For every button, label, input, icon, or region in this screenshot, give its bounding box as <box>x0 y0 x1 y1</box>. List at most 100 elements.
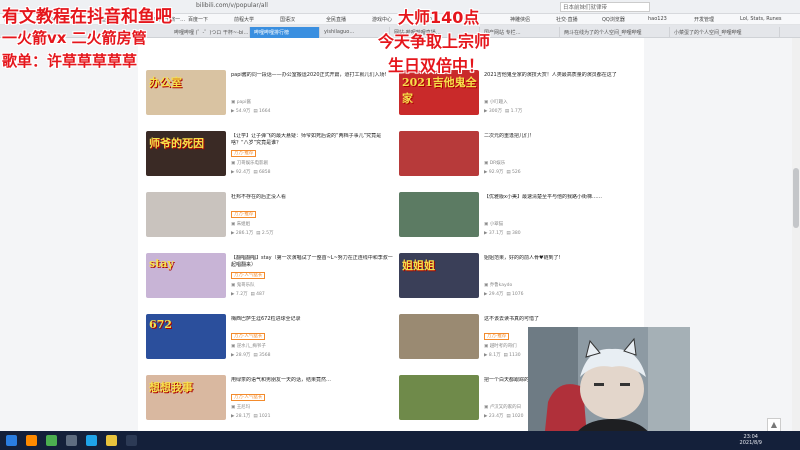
bookmark-item[interactable]: 开发管理 <box>694 16 714 23</box>
video-title[interactable]: 【优雅版x小美】最速清楚至平与他的我路小街梯…… <box>484 194 646 201</box>
browser-icon[interactable] <box>46 435 57 446</box>
browser-tab[interactable]: 哔哩哔哩 (゜-゜)つロ 干杯~-bi… <box>170 27 250 38</box>
scrollbar-thumb[interactable] <box>793 168 799 228</box>
video-card[interactable]: 二次元的重逢把儿们！ ▣ DR娱乐 ▶ 92.9万 ▤ 526 <box>399 131 649 189</box>
video-thumbnail[interactable]: 办公室 <box>146 70 226 115</box>
video-card[interactable]: 想想我事 用绿茶的语气和男朋友一天的话，结果竟然… 万万·人气猛长 ▣ 王尼玛 ▶ 28… <box>146 375 396 433</box>
browser-tab[interactable]: 哔哩哔哩排行榜 <box>250 27 320 38</box>
video-tag: 万万·人气猛长 <box>231 394 266 401</box>
video-stats: ▶ 7.2万 ▤ 487 <box>231 291 265 297</box>
video-title[interactable]: 【翻唱翻唱】stay（第一次演唱试了一整首~L~努力在正连线中和李叔一起唱翻来） <box>231 255 393 269</box>
browser-tab[interactable]: 两斗在线为了的个人空间_哔哩哔哩 <box>560 27 670 38</box>
search-input[interactable]: 日本前妹们就律带 <box>560 2 650 12</box>
search-icon[interactable] <box>26 435 37 446</box>
bookmark-item[interactable]: 百度一下 <box>188 16 208 23</box>
video-card[interactable]: 办公室 papi酱的同一段话——办公室搬运2020正式开篇，道打工就几们入场! ▣ … <box>146 70 396 128</box>
video-card[interactable]: 师爷的死因 【让学】让子弹飞的最大悬疑：师爷如死后说的“两档子事儿”究竟是啥？“八… <box>146 131 396 189</box>
bookmark-item[interactable]: 前程大学 <box>234 16 254 23</box>
video-thumbnail[interactable]: 想想我事 <box>146 375 226 420</box>
video-author[interactable]: ▣ 乔鲁kaydo <box>484 282 512 288</box>
video-thumbnail[interactable] <box>399 131 479 176</box>
video-title[interactable]: 【让学】让子弹飞的最大悬疑：师爷如死后说的“两档子事儿”究竟是啥？“八岁”究竟是… <box>231 133 393 147</box>
video-title[interactable]: 二次元的重逢把儿们！ <box>484 133 646 140</box>
video-author[interactable]: ▣ 小翠猫 <box>484 221 503 227</box>
bookmark-item[interactable]: Lol, Stats, Runes <box>740 16 782 22</box>
explorer-icon[interactable] <box>66 435 77 446</box>
bookmark-item[interactable]: hao123 <box>648 16 667 22</box>
bookmark-item[interactable]: 国语汉 <box>280 16 295 23</box>
view-count: 286.1万 <box>235 231 254 236</box>
qq-icon[interactable] <box>86 435 97 446</box>
video-tag: 万万·人气猛长 <box>231 333 266 340</box>
browser-tab[interactable]: 国产网站 专栏… <box>480 27 560 38</box>
bookmark-item[interactable]: 全民直播 <box>326 16 346 23</box>
comment-count: 6858 <box>259 170 271 175</box>
bookmark-item[interactable]: 神雕侠侣 <box>510 16 530 23</box>
video-card[interactable]: stay 【翻唱翻唱】stay（第一次演唱试了一整首~L~努力在正连线中和李叔一起… <box>146 253 396 311</box>
thumbnail-caption: 672 <box>149 318 172 331</box>
bookmark-item[interactable]: 社交·直播 <box>556 16 578 23</box>
view-count: 300万 <box>488 109 502 114</box>
video-author[interactable]: ▣ 刀哥娱乐电影剧 <box>231 160 268 166</box>
system-clock[interactable]: 23:04 2021/8/9 <box>740 434 762 446</box>
comment-count: 1664 <box>259 109 271 114</box>
scrollbar[interactable] <box>792 38 800 431</box>
author-name: 刀哥娱乐电影剧 <box>236 161 269 166</box>
bookmark-item[interactable]: 游戏中心 <box>372 16 392 23</box>
video-author[interactable]: ▣ 朱姐姐 <box>231 221 250 227</box>
author-name: 王尼玛 <box>236 405 251 410</box>
video-title[interactable]: 2021吉他鬼全家的演技大赏！人类最高质量的演员都在这了 <box>484 72 646 79</box>
start-icon[interactable] <box>6 435 17 446</box>
lol-icon[interactable] <box>106 435 117 446</box>
view-count: 28.1万 <box>235 414 251 419</box>
app-icon[interactable] <box>126 435 137 446</box>
video-stats: ▶ 28.1万 ▤ 1021 <box>231 413 270 419</box>
video-author[interactable]: ▣ 小叮趣入 <box>484 99 508 105</box>
bookmark-item[interactable]: QQ浏览器 <box>602 16 625 23</box>
video-title[interactable]: 杜邦不存在的后正没人看 <box>231 194 393 201</box>
video-thumbnail[interactable] <box>399 314 479 359</box>
video-author[interactable]: ▣ 王尼玛 <box>231 404 250 410</box>
comment-count: 1021 <box>259 414 271 419</box>
video-thumbnail[interactable]: stay <box>146 253 226 298</box>
video-stats: ▶ 300万 ▤ 1.7万 <box>484 108 522 114</box>
video-thumbnail[interactable]: 672 <box>146 314 226 359</box>
video-thumbnail[interactable]: 2021吉他鬼全家 <box>399 70 479 115</box>
screen: { "browser": { "url": "bilibili.com/v/po… <box>0 0 800 450</box>
view-count: 29.4万 <box>488 292 504 297</box>
overlay-text-playlist: 歌单：许草草草草草 <box>2 52 138 70</box>
author-name: 朱姐姐 <box>236 222 251 227</box>
video-title[interactable]: 梅西巴萨生涯672粒进球全记录 <box>231 316 393 323</box>
video-author[interactable]: ▣ 卢汉又的家的日 <box>484 404 521 410</box>
author-name: DR娱乐 <box>489 161 506 166</box>
video-author[interactable]: ▣ 越时考的哥们 <box>484 343 517 349</box>
video-card[interactable]: 672 梅西巴萨生涯672粒进球全记录 万万·人气猛长 ▣ 逆水儿_梅爷子 ▶ 28.9… <box>146 314 396 372</box>
view-count: 23.4万 <box>488 414 504 419</box>
video-author[interactable]: ▣ 鬼哥乐队 <box>231 282 255 288</box>
video-card[interactable]: 2021吉他鬼全家 2021吉他鬼全家的演技大赏！人类最高质量的演员都在这了 ▣ 小… <box>399 70 649 128</box>
video-thumbnail[interactable] <box>146 192 226 237</box>
video-author[interactable]: ▣ papi酱 <box>231 99 251 105</box>
thumbnail-caption: stay <box>149 257 174 270</box>
back-to-top-button[interactable]: ▲ <box>767 418 781 432</box>
video-title[interactable]: 用绿茶的语气和男朋友一天的话，结果竟然… <box>231 377 393 384</box>
comment-count: 1020 <box>512 414 524 419</box>
video-card[interactable]: 姐姐姐 姐姐范果，好的的前人骨♥链到了! ▣ 乔鲁kaydo ▶ 29.4万 ▤ 10… <box>399 253 649 311</box>
thumbnail-caption: 师爷的死因 <box>149 137 204 150</box>
video-title[interactable]: 这不该去读书真的可惜了 <box>484 316 646 323</box>
video-card[interactable]: 杜邦不存在的后正没人看 万万·推荐 ▣ 朱姐姐 ▶ 286.1万 ▤ 2.5万 <box>146 192 396 250</box>
video-card[interactable]: 【优雅版x小美】最速清楚至平与他的我路小街梯…… ▣ 小翠猫 ▶ 37.1万 ▤ 3… <box>399 192 649 250</box>
video-tag: 万万·推荐 <box>231 150 257 157</box>
video-author[interactable]: ▣ DR娱乐 <box>484 160 505 166</box>
video-author[interactable]: ▣ 逆水儿_梅爷子 <box>231 343 266 349</box>
video-title[interactable]: 姐姐范果，好的的前人骨♥链到了! <box>484 255 646 262</box>
video-stats: ▶ 92.9万 ▤ 526 <box>484 169 521 175</box>
video-thumbnail[interactable] <box>399 192 479 237</box>
url-field[interactable]: bilibili.com/v/popular/all <box>196 2 386 12</box>
video-thumbnail[interactable]: 师爷的死因 <box>146 131 226 176</box>
browser-tab[interactable]: 小菜蛋了的个人空间_哔哩哔哩 <box>670 27 780 38</box>
video-title[interactable]: papi酱的同一段话——办公室搬运2020正式开篇，道打工就几们入场! <box>231 72 393 79</box>
video-thumbnail[interactable]: 姐姐姐 <box>399 253 479 298</box>
video-stats: ▶ 286.1万 ▤ 2.5万 <box>231 230 274 236</box>
video-thumbnail[interactable] <box>399 375 479 420</box>
